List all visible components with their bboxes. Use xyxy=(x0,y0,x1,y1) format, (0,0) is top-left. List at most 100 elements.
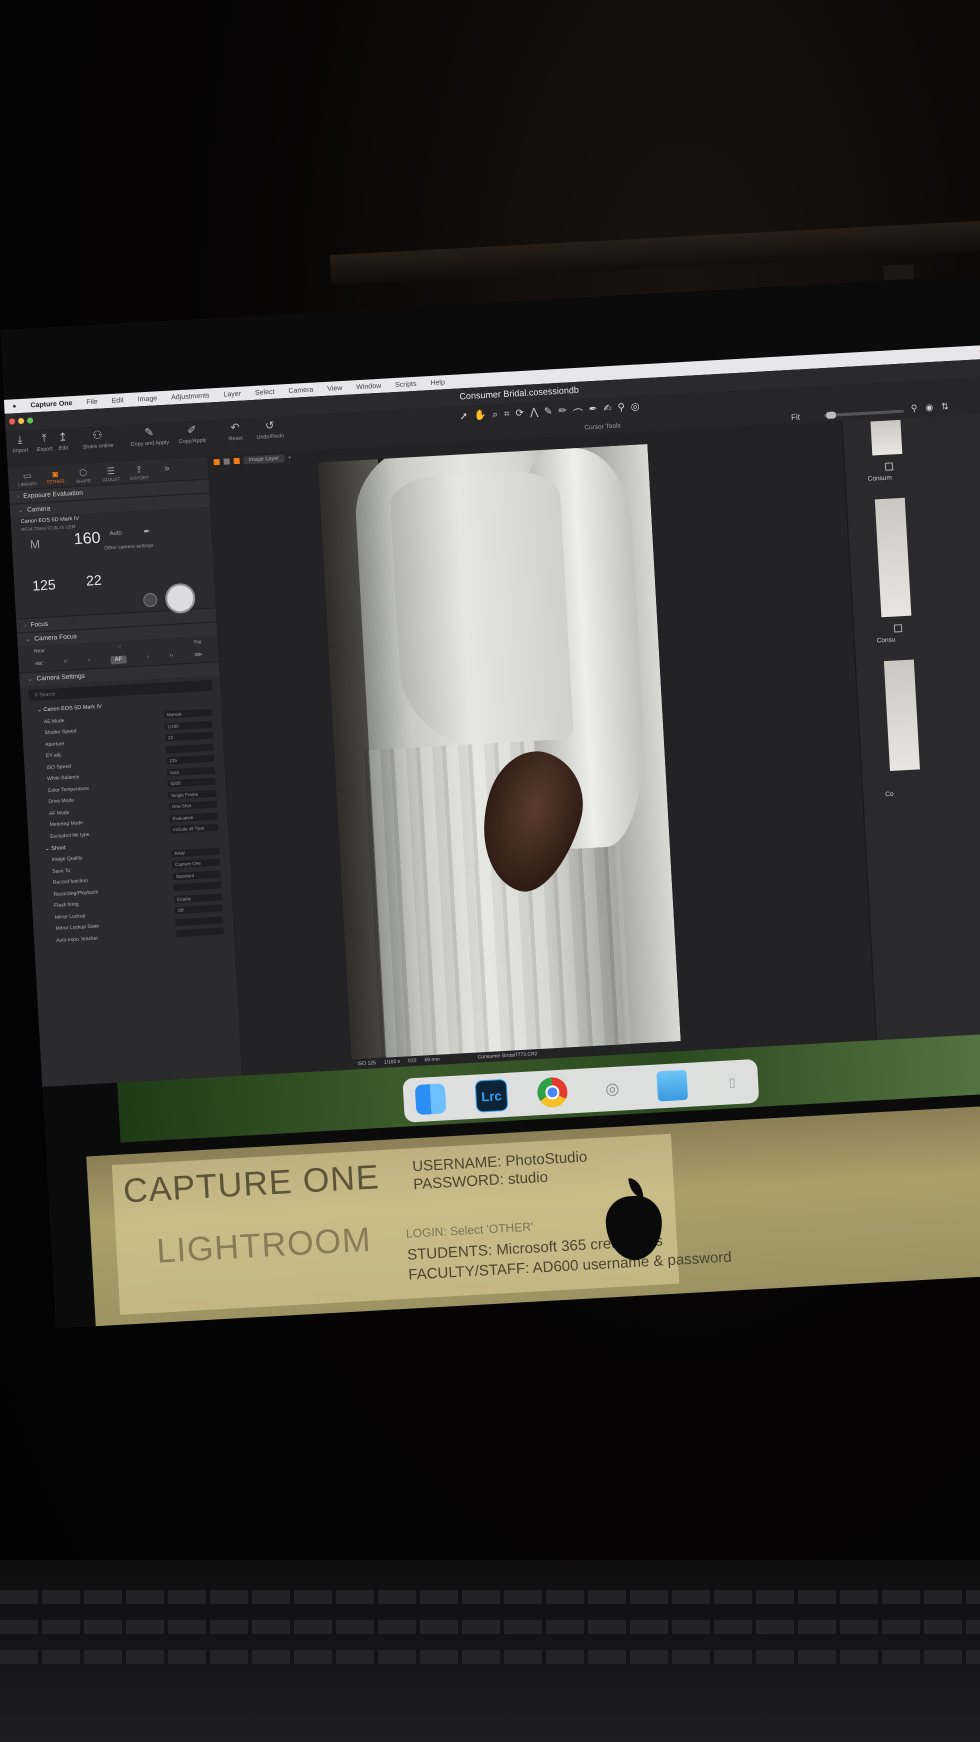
image-layer-dropdown[interactable]: Image Layer xyxy=(243,454,285,465)
single-view-icon[interactable] xyxy=(223,458,230,465)
menu-edit[interactable]: Edit xyxy=(111,397,123,405)
rotate-icon[interactable]: ⟳ xyxy=(515,408,524,423)
minimize-window-icon[interactable] xyxy=(17,417,25,425)
info-focal: 69 mm xyxy=(424,1056,440,1064)
focus-near-label: Near xyxy=(33,648,45,655)
shutter-readout[interactable]: 125 xyxy=(32,576,56,593)
finder-icon[interactable] xyxy=(414,1083,447,1115)
eyedropper-icon[interactable]: ✒ xyxy=(143,527,150,536)
info-aperture: f/22 xyxy=(408,1057,417,1065)
tab-shape[interactable]: ⬡ SHAPE xyxy=(70,467,97,484)
thumbnail-checkbox[interactable] xyxy=(893,624,903,633)
document-title: Consumer Bridal.cosessiondb xyxy=(459,384,580,402)
focus-near-large-icon[interactable]: ⋘ xyxy=(35,660,44,668)
undo-redo-button[interactable]: ↺ Undo/Redo xyxy=(256,420,284,441)
export-button[interactable]: ⤒ Export xyxy=(36,432,53,454)
menu-image[interactable]: Image xyxy=(137,395,157,403)
folder-icon[interactable] xyxy=(656,1069,689,1102)
keystone-icon[interactable]: ⋀ xyxy=(530,407,539,422)
sticker-lightroom: LIGHTROOM xyxy=(155,1220,373,1271)
wb-picker-icon[interactable]: ◎ xyxy=(631,401,641,416)
loupe-icon[interactable]: ⌕ xyxy=(492,409,498,424)
menu-view[interactable]: View xyxy=(327,384,342,392)
thumbnail-label: Co xyxy=(885,790,894,799)
menu-camera[interactable]: Camera xyxy=(288,386,313,394)
chevron-down-icon: ⌄ xyxy=(17,507,24,515)
focus-far-large-icon[interactable]: ⋙ xyxy=(194,651,203,659)
keyboard xyxy=(0,1560,980,1742)
iso-readout[interactable]: 160 xyxy=(73,530,101,549)
exposure-mode[interactable]: M xyxy=(30,537,41,552)
lightroom-icon[interactable]: Lrc xyxy=(474,1078,509,1113)
aperture-readout[interactable]: 22 xyxy=(86,572,102,589)
autofocus-button[interactable]: AF xyxy=(110,655,127,665)
thumbnail[interactable] xyxy=(874,497,912,618)
export-tab-icon: ⇪ xyxy=(134,464,144,475)
other-camera-settings-link[interactable]: Other camera settings xyxy=(104,543,153,552)
menu-file[interactable]: File xyxy=(86,398,98,406)
edit-icon: ↥ xyxy=(57,431,68,444)
thumbnail-label: Consum xyxy=(867,474,893,483)
spot-removal-icon[interactable]: ✎ xyxy=(544,406,553,421)
menu-select[interactable]: Select xyxy=(255,388,275,396)
sliders-icon: ☰ xyxy=(106,465,116,477)
share-icon: ⚇ xyxy=(92,429,103,442)
white-balance-readout[interactable]: Auto xyxy=(109,531,122,538)
edit-button[interactable]: ↥ Edit xyxy=(57,431,68,451)
focus-near-small-icon[interactable]: ‹ xyxy=(88,657,90,665)
apple-menu-icon[interactable]: ● xyxy=(12,403,17,410)
search-icon[interactable]: ⚲ xyxy=(911,403,918,414)
close-window-icon[interactable] xyxy=(8,418,16,425)
select-cursor-icon[interactable]: ➚ xyxy=(459,411,468,426)
focus-near-medium-icon[interactable]: ‹‹ xyxy=(64,659,68,667)
share-online-button[interactable]: ⚇ Share online xyxy=(82,429,114,450)
menu-app-name[interactable]: Capture One xyxy=(30,400,72,409)
grid-view-icon[interactable] xyxy=(213,458,220,466)
color-picker-icon[interactable]: ⚲ xyxy=(617,402,625,417)
menu-layer[interactable]: Layer xyxy=(223,390,241,398)
focus-far-small-icon[interactable]: › xyxy=(147,654,149,662)
chrome-icon[interactable] xyxy=(536,1076,569,1109)
menu-scripts[interactable]: Scripts xyxy=(395,380,417,388)
more-tabs-button[interactable]: » xyxy=(154,462,181,477)
info-shutter: 1/160 s xyxy=(383,1058,401,1066)
crop-icon[interactable]: ⌗ xyxy=(504,409,510,424)
tab-library[interactable]: ▭ LIBRARY xyxy=(14,470,41,487)
tab-tether[interactable]: ◙ TETHER xyxy=(42,468,69,485)
live-view-button[interactable] xyxy=(142,592,158,608)
focus-far-medium-icon[interactable]: ›› xyxy=(169,653,173,661)
login-sticker: CAPTURE ONE USERNAME: PhotoStudio PASSWO… xyxy=(111,1133,732,1315)
menu-adjustments[interactable]: Adjustments xyxy=(171,392,210,401)
copy-and-apply-button[interactable]: ✎ Copy and Apply xyxy=(130,427,169,448)
system-icon[interactable]: ◎ xyxy=(597,1073,629,1105)
thumbnail[interactable] xyxy=(883,659,920,772)
trash-icon[interactable]: ▯ xyxy=(716,1066,748,1098)
import-icon: ⤓ xyxy=(17,433,23,447)
menu-help[interactable]: Help xyxy=(430,379,445,387)
sort-icon[interactable]: ⇅ xyxy=(941,401,949,412)
export-icon: ⤒ xyxy=(41,432,47,445)
multi-view-icon[interactable] xyxy=(233,457,240,465)
annotate-icon[interactable]: ✍ xyxy=(603,403,612,418)
zoom-window-icon[interactable] xyxy=(26,417,34,424)
pan-hand-icon[interactable]: ✋ xyxy=(474,410,487,426)
picker-icon[interactable]: ✒ xyxy=(589,404,598,419)
tab-adjust[interactable]: ☰ ADJUST xyxy=(98,465,125,483)
tab-export[interactable]: ⇪ EXPORT xyxy=(126,464,153,481)
copy-apply-button[interactable]: ✐ Copy/Apply xyxy=(178,424,206,445)
import-button[interactable]: ⤓ Import xyxy=(12,433,29,455)
menu-window[interactable]: Window xyxy=(356,382,381,390)
gradient-mask-icon[interactable]: ⌒ xyxy=(573,405,584,421)
captured-photo[interactable] xyxy=(317,444,681,1060)
thumbnail[interactable] xyxy=(870,419,903,456)
eye-icon[interactable]: ◉ xyxy=(925,402,933,413)
reset-button[interactable]: ↶ Reset xyxy=(228,422,243,443)
thumbnail-checkbox[interactable] xyxy=(884,462,894,471)
zoom-slider-thumb[interactable] xyxy=(825,411,837,420)
thumbnail-label: Consu xyxy=(876,636,896,645)
zoom-fit-button[interactable]: Fit xyxy=(791,412,800,421)
shape-icon: ⬡ xyxy=(78,467,88,478)
image-viewer[interactable]: Image Layer + ISO 125 1/160 s f/22 69 mm… xyxy=(207,421,877,1076)
add-layer-icon[interactable]: + xyxy=(288,455,292,461)
draw-mask-icon[interactable]: ✏ xyxy=(558,405,567,420)
